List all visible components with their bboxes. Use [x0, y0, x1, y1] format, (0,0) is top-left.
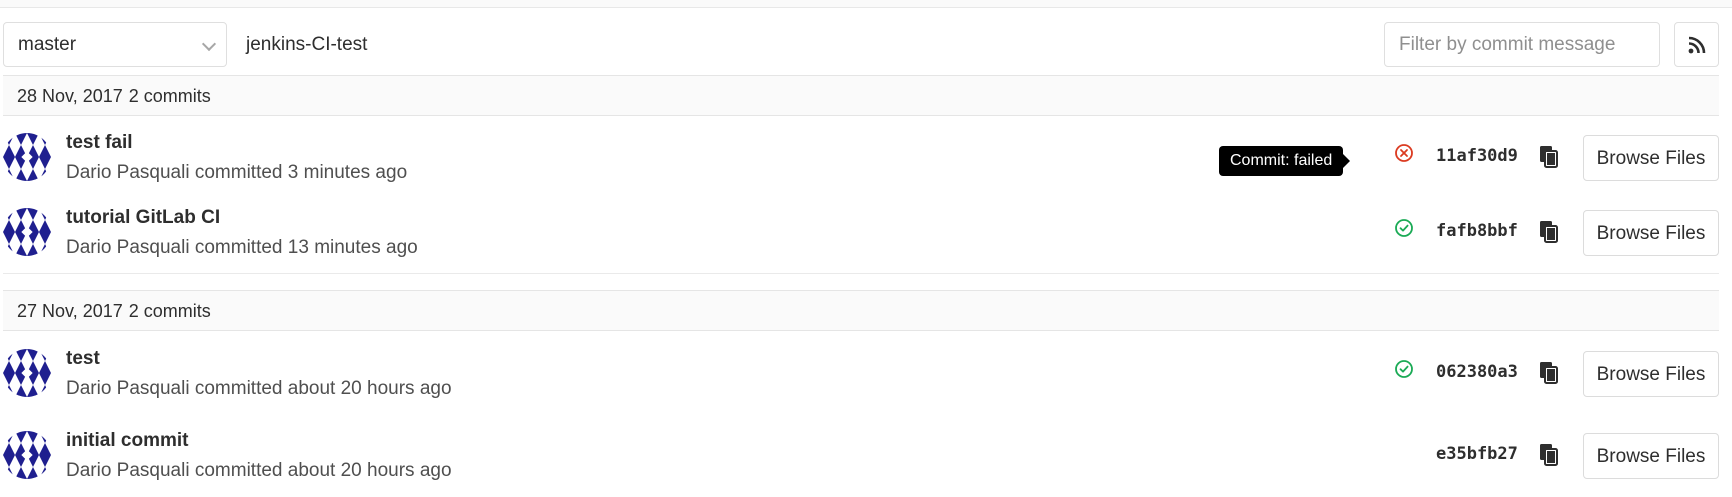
pipeline-success-icon[interactable]	[1394, 218, 1414, 238]
day-header: 28 Nov, 2017 2 commits	[3, 75, 1719, 116]
commit-verb: committed	[194, 162, 283, 183]
top-strip	[0, 0, 1732, 8]
commit-author[interactable]: Dario Pasquali	[66, 460, 190, 481]
commit-meta: Dario Pasquali committed 3 minutes ago	[66, 162, 407, 184]
tooltip-arrow	[1343, 154, 1351, 168]
pipeline-success-icon[interactable]	[1394, 359, 1414, 379]
commit-author[interactable]: Dario Pasquali	[66, 378, 190, 399]
status-tooltip: Commit: failed	[1219, 146, 1351, 176]
commit-meta: Dario Pasquali committed about 20 hours …	[66, 460, 452, 482]
commit-title[interactable]: initial commit	[66, 430, 188, 452]
commit-row: tutorial GitLab CI Dario Pasquali commit…	[3, 191, 1719, 274]
commit-time: 13 minutes ago	[287, 237, 418, 258]
commit-sha[interactable]: 11af30d9	[1436, 146, 1518, 166]
commit-author[interactable]: Dario Pasquali	[66, 237, 190, 258]
commit-sha[interactable]: e35bfb27	[1436, 444, 1518, 464]
day-commit-count: 2 commits	[128, 301, 211, 321]
branch-select[interactable]: master	[3, 22, 227, 67]
commit-verb: committed	[194, 237, 283, 258]
commit-title[interactable]: test	[66, 348, 100, 370]
commit-time: 3 minutes ago	[287, 162, 408, 183]
browse-files-button[interactable]: Browse Files	[1583, 210, 1719, 256]
commit-verb: committed	[194, 460, 283, 481]
commit-sha[interactable]: 062380a3	[1436, 362, 1518, 382]
commit-title[interactable]: tutorial GitLab CI	[66, 207, 220, 229]
avatar[interactable]	[3, 431, 51, 479]
avatar[interactable]	[3, 133, 51, 181]
commit-meta: Dario Pasquali committed about 20 hours …	[66, 378, 452, 400]
rss-icon	[1688, 36, 1706, 54]
tooltip-text: Commit: failed	[1230, 152, 1333, 169]
filter-commit-input[interactable]	[1384, 22, 1660, 67]
branch-select-label: master	[18, 34, 77, 55]
rss-button[interactable]	[1674, 22, 1719, 67]
commit-title[interactable]: test fail	[66, 132, 133, 154]
copy-sha-icon[interactable]	[1536, 218, 1562, 244]
commit-time: about 20 hours ago	[287, 378, 452, 399]
avatar[interactable]	[3, 208, 51, 256]
copy-sha-icon[interactable]	[1536, 441, 1562, 467]
browse-files-button[interactable]: Browse Files	[1583, 135, 1719, 181]
copy-sha-icon[interactable]	[1536, 143, 1562, 169]
breadcrumb-project[interactable]: jenkins-CI-test	[246, 22, 367, 67]
commit-time: about 20 hours ago	[287, 460, 452, 481]
day-commit-count: 2 commits	[128, 86, 211, 106]
commit-meta: Dario Pasquali committed 13 minutes ago	[66, 237, 418, 259]
commit-sha[interactable]: fafb8bbf	[1436, 221, 1518, 241]
commit-author[interactable]: Dario Pasquali	[66, 162, 190, 183]
chevron-down-icon	[201, 36, 217, 52]
commit-verb: committed	[194, 378, 283, 399]
day-header: 27 Nov, 2017 2 commits	[3, 290, 1719, 331]
browse-files-button[interactable]: Browse Files	[1583, 351, 1719, 397]
commit-row: test Dario Pasquali committed about 20 h…	[3, 332, 1719, 415]
browse-files-button[interactable]: Browse Files	[1583, 433, 1719, 479]
avatar[interactable]	[3, 349, 51, 397]
day-date: 27 Nov, 2017	[17, 301, 123, 321]
pipeline-failed-icon[interactable]	[1394, 143, 1414, 163]
day-date: 28 Nov, 2017	[17, 86, 123, 106]
commit-row: initial commit Dario Pasquali committed …	[3, 414, 1719, 497]
commit-row: test fail Dario Pasquali committed 3 min…	[3, 116, 1719, 199]
copy-sha-icon[interactable]	[1536, 359, 1562, 385]
